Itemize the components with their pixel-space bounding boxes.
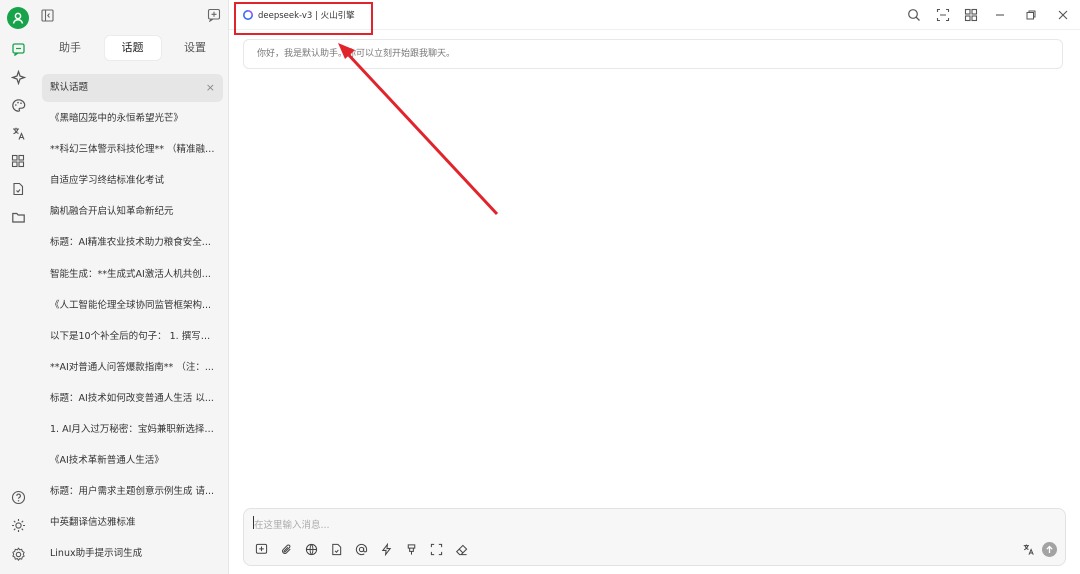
close-icon[interactable]: × (206, 74, 215, 102)
topic-item[interactable]: 自适应学习终结标准化考试 (42, 167, 223, 195)
tab-topics[interactable]: 话题 (104, 36, 161, 60)
topic-item[interactable]: 《AI技术革新普通人生活》 (42, 447, 223, 475)
brightness-icon[interactable] (9, 516, 27, 534)
icon-rail (0, 0, 36, 574)
clear-style-icon[interactable] (404, 542, 419, 557)
topic-item[interactable]: 脑机融合开启认知革命新纪元 (42, 198, 223, 226)
topic-item[interactable]: 《黑暗囚笼中的永恒希望光芒》 (42, 105, 223, 133)
topic-item[interactable]: 标题：AI技术如何改变普通人生活 以... (42, 385, 223, 413)
topic-item[interactable]: 中英翻译信达雅标准 (42, 509, 223, 537)
grid-apps-icon[interactable] (9, 152, 27, 170)
topic-sidebar: 助手 话题 设置 默认话题 × 《黑暗囚笼中的永恒希望光芒》 **科幻三体警示科… (36, 0, 229, 574)
folder-icon[interactable] (9, 208, 27, 226)
minimize-icon[interactable] (992, 7, 1008, 23)
topic-item[interactable]: **科幻三体警示科技伦理** （精准融合... (42, 136, 223, 164)
attachment-icon[interactable] (279, 542, 294, 557)
fullscreen-icon[interactable] (429, 542, 444, 557)
palette-icon[interactable] (9, 96, 27, 114)
assistant-greeting-message: 你好，我是默认助手。你可以立刻开始跟我聊天。 (243, 39, 1063, 69)
message-composer[interactable]: 在这里输入消息... (243, 508, 1066, 566)
collapse-sidebar-icon[interactable] (39, 7, 55, 23)
close-window-icon[interactable] (1055, 7, 1071, 23)
mention-icon[interactable] (354, 542, 369, 557)
restore-window-icon[interactable] (1023, 7, 1039, 23)
expand-layout-icon[interactable] (935, 7, 951, 23)
topic-item[interactable]: 以下是10个补全后的句子： 1. 撰写一... (42, 323, 223, 351)
search-icon[interactable] (906, 7, 922, 23)
sidebar-header (36, 0, 229, 30)
topic-item[interactable]: 1. AI月入过万秘密：宝妈兼职新选择 ... (42, 416, 223, 444)
new-topic-icon[interactable] (206, 7, 222, 23)
translate-icon[interactable] (9, 124, 27, 142)
topic-item-active[interactable]: 默认话题 × (42, 74, 223, 102)
knowledge-file-icon[interactable] (329, 542, 344, 557)
sparkle-icon[interactable] (9, 68, 27, 86)
tab-settings[interactable]: 设置 (167, 36, 223, 60)
arrow-up-icon (1046, 545, 1053, 553)
topic-item[interactable]: 智能生成：**生成式AI激活人机共创... (42, 261, 223, 289)
send-button[interactable] (1042, 542, 1057, 557)
web-search-icon[interactable] (304, 542, 319, 557)
topic-item[interactable]: **AI对普通人问答爆款指南** （注：... (42, 354, 223, 382)
settings-gear-icon[interactable] (9, 545, 27, 563)
apps-grid-icon[interactable] (963, 7, 979, 23)
topic-item[interactable]: 标题：AI精准农业技术助力粮食安全... (42, 229, 223, 257)
avatar[interactable] (7, 7, 29, 29)
topic-item[interactable]: Linux助手提示词生成 (42, 540, 223, 568)
translate-tool-icon[interactable] (1021, 542, 1036, 557)
new-topic-tool-icon[interactable] (254, 542, 269, 557)
topic-list: 默认话题 × 《黑暗囚笼中的永恒希望光芒》 **科幻三体警示科技伦理** （精准… (42, 74, 223, 572)
tab-assistant[interactable]: 助手 (42, 36, 98, 60)
top-bar: deepseek-v3 | 火山引擎 (229, 0, 1080, 35)
user-icon (12, 12, 24, 24)
eraser-icon[interactable] (454, 542, 469, 557)
lightning-icon[interactable] (379, 542, 394, 557)
file-icon[interactable] (9, 180, 27, 198)
annotation-highlight-box (234, 2, 373, 35)
topic-item[interactable]: 《人工智能伦理全球协同监管框架构... (42, 292, 223, 320)
help-icon[interactable] (9, 488, 27, 506)
message-input[interactable]: 在这里输入消息... (254, 517, 330, 531)
chat-icon[interactable] (9, 40, 27, 58)
topic-item[interactable]: 标题：用户需求主题创意示例生成 请... (42, 478, 223, 506)
topic-label: 默认话题 (50, 82, 89, 93)
sidebar-tabs: 助手 话题 设置 (42, 36, 223, 60)
